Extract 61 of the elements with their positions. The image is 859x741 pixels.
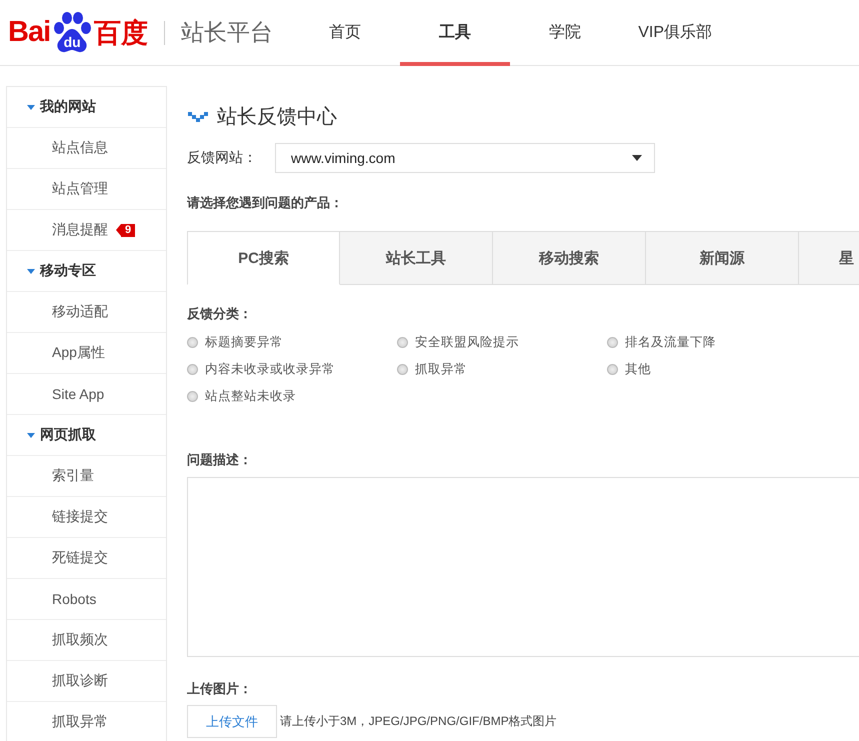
- sidebar-item[interactable]: 消息提醒: [52, 221, 108, 239]
- radio-button[interactable]: [187, 391, 198, 402]
- nav-tab[interactable]: VIP俱乐部: [620, 0, 730, 66]
- radio-button[interactable]: [397, 364, 408, 375]
- paw-icon: [51, 10, 94, 54]
- logo-text: Bai: [8, 16, 50, 49]
- site-dropdown[interactable]: www.viming.com: [275, 143, 655, 173]
- sidebar-item[interactable]: 抓取异常: [7, 702, 166, 741]
- section-label: 问题描述：: [187, 451, 253, 469]
- sidebar-item[interactable]: 索引量: [7, 456, 166, 497]
- upload-button[interactable]: 上传文件: [187, 705, 277, 738]
- section-label: 反馈分类：: [187, 305, 253, 323]
- sidebar-item[interactable]: 移动适配: [7, 292, 166, 333]
- sidebar-item[interactable]: App属性: [7, 333, 166, 374]
- site-title: 站长平台: [181, 18, 274, 47]
- product-tab[interactable]: 新闻源: [646, 231, 799, 285]
- radio-button[interactable]: [187, 364, 198, 375]
- radio-label[interactable]: 站点整站未收录: [205, 388, 296, 405]
- radio-button[interactable]: [607, 337, 618, 348]
- section-label: 上传图片：: [187, 680, 253, 698]
- radio-label[interactable]: 标题摘要异常: [205, 334, 283, 351]
- section-label: 请选择您遇到问题的产品：: [187, 194, 344, 212]
- sidebar-item[interactable]: 死链提交: [7, 538, 166, 579]
- sidebar-item[interactable]: Site App: [7, 374, 166, 415]
- radio-label[interactable]: 安全联盟风险提示: [415, 334, 519, 351]
- radio-button[interactable]: [187, 337, 198, 348]
- radio-label[interactable]: 内容未收录或收录异常: [205, 361, 335, 378]
- radio-label[interactable]: 其他: [625, 361, 651, 378]
- title-icon: [188, 112, 208, 122]
- dropdown-value: www.viming.com: [291, 150, 396, 166]
- group-label: 我的网站: [40, 98, 96, 116]
- product-tab[interactable]: PC搜索: [187, 231, 340, 285]
- sidebar-group[interactable]: 我的网站: [7, 87, 166, 128]
- upload-hint: 请上传小于3M，JPEG/JPG/PNG/GIF/BMP格式图片: [280, 713, 557, 730]
- product-tab[interactable]: 移动搜索: [493, 231, 646, 285]
- nav-tab[interactable]: 工具: [400, 0, 510, 66]
- sidebar-item[interactable]: 抓取诊断: [7, 661, 166, 702]
- nav-tab[interactable]: 学院: [510, 0, 620, 66]
- caret-icon: [632, 155, 642, 161]
- group-label: 网页抓取: [40, 426, 96, 444]
- sidebar-group[interactable]: 移动专区: [7, 251, 166, 292]
- sidebar-item[interactable]: 抓取频次: [7, 620, 166, 661]
- field-label: 反馈网站：: [187, 149, 258, 167]
- page-title: 站长反馈中心: [217, 105, 337, 130]
- nav-tab[interactable]: 首页: [290, 0, 400, 66]
- radio-button[interactable]: [607, 364, 618, 375]
- radio-button[interactable]: [397, 337, 408, 348]
- logo-text: 百度: [94, 16, 148, 50]
- sidebar-group[interactable]: 网页抓取: [7, 415, 166, 456]
- radio-label[interactable]: 排名及流量下降: [625, 334, 716, 351]
- logo-text: du: [62, 34, 82, 50]
- baidu-logo[interactable]: Bai du 百度: [8, 10, 148, 54]
- product-tab[interactable]: 星: [799, 231, 859, 285]
- radio-label[interactable]: 抓取异常: [415, 361, 467, 378]
- product-tab[interactable]: 站长工具: [340, 231, 493, 285]
- sidebar-item[interactable]: Robots: [7, 579, 166, 620]
- sidebar-item[interactable]: 站点管理: [7, 169, 166, 210]
- group-label: 移动专区: [40, 262, 96, 280]
- description-field[interactable]: [187, 477, 859, 657]
- sidebar-item[interactable]: 链接提交: [7, 497, 166, 538]
- sidebar-item[interactable]: 站点信息: [7, 128, 166, 169]
